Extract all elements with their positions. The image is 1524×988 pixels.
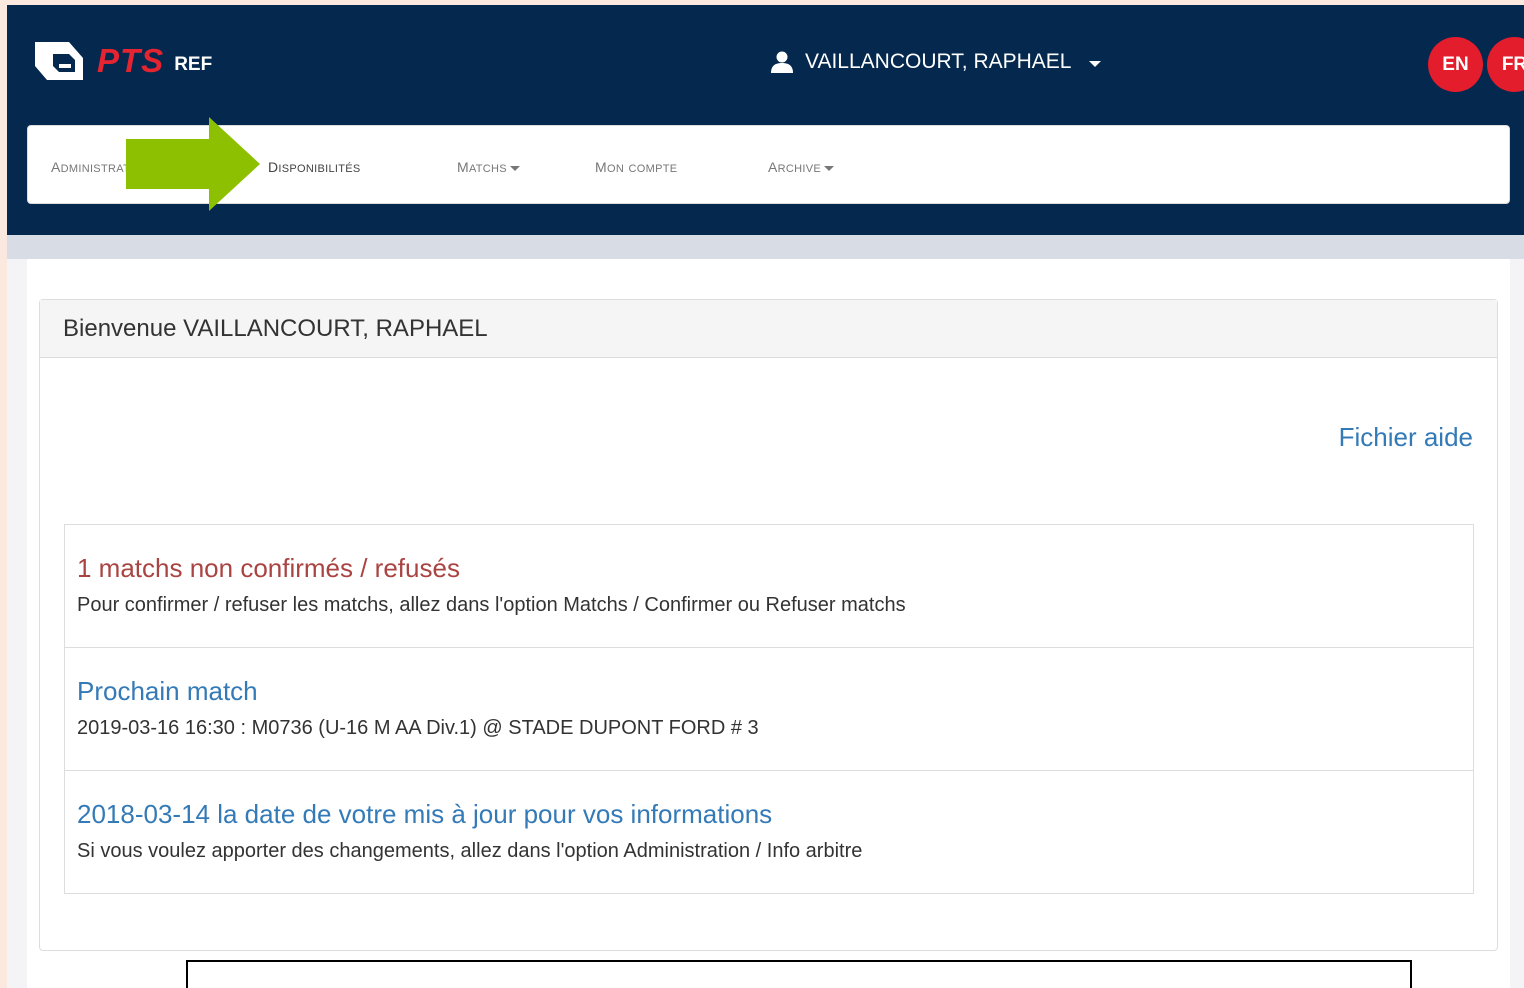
- user-menu[interactable]: VAILLANCOURT, RAPHAEL: [770, 47, 1102, 77]
- app-window: PTS REF VAILLANCOURT, RAPHAEL EN FR Admi…: [7, 5, 1524, 988]
- language-en-button[interactable]: EN: [1428, 37, 1483, 92]
- logo-ref-text: REF: [174, 54, 213, 75]
- list-item-info-update: 2018-03-14 la date de votre mis à jour p…: [64, 770, 1474, 894]
- help-file-link[interactable]: Fichier aide: [1339, 422, 1473, 453]
- chevron-down-icon: [509, 165, 520, 171]
- info-list: 1 matchs non confirmés / refusés Pour co…: [64, 524, 1474, 894]
- panel-heading: Bienvenue VAILLANCOURT, RAPHAEL: [40, 300, 1497, 358]
- unconfirmed-matches-text: Pour confirmer / refuser les matchs, all…: [77, 594, 906, 616]
- top-header: PTS REF VAILLANCOURT, RAPHAEL EN FR Admi…: [7, 5, 1524, 235]
- nav-disponibilites[interactable]: Disponibilités: [268, 155, 361, 178]
- bottom-outline-box: [186, 960, 1412, 988]
- user-name: VAILLANCOURT, RAPHAEL: [805, 50, 1072, 73]
- language-fr-button[interactable]: FR: [1487, 37, 1524, 92]
- nav-matchs[interactable]: Matchs: [457, 155, 520, 178]
- nav-administration-initial: A: [51, 155, 61, 177]
- chevron-down-icon: [824, 165, 835, 171]
- unconfirmed-matches-title: 1 matchs non confirmés / refusés: [77, 553, 460, 583]
- nav-matchs-label: atchs: [468, 159, 507, 176]
- right-gutter: [1510, 259, 1524, 988]
- pts-logo-icon: [35, 42, 83, 80]
- user-icon: [771, 51, 793, 73]
- nav-archive-initial: A: [768, 155, 778, 177]
- logo[interactable]: PTS REF: [29, 35, 212, 87]
- logo-pts-text: PTS: [97, 42, 165, 79]
- left-gutter: [7, 259, 27, 988]
- welcome-panel: Bienvenue VAILLANCOURT, RAPHAEL Fichier …: [39, 299, 1498, 951]
- list-item-unconfirmed-matches: 1 matchs non confirmés / refusés Pour co…: [64, 524, 1474, 648]
- nav-mon-compte-label: on compte: [606, 159, 678, 176]
- nav-disponibilites-initial: D: [268, 155, 279, 177]
- info-update-text: Si vous voulez apporter des changements,…: [77, 840, 863, 862]
- chevron-down-icon: [1089, 60, 1102, 67]
- nav-archive-label: rchive: [777, 159, 822, 176]
- arrow-right-icon: [126, 117, 260, 211]
- next-match-text: 2019-03-16 16:30 : M0736 (U-16 M AA Div.…: [77, 717, 759, 739]
- nav-archive[interactable]: Archive: [768, 155, 835, 178]
- next-match-title[interactable]: Prochain match: [77, 676, 1461, 707]
- list-item-next-match: Prochain match 2019-03-16 16:30 : M0736 …: [64, 647, 1474, 771]
- nav-matchs-initial: M: [457, 155, 469, 177]
- nav-disponibilites-label: isponibilités: [278, 159, 361, 176]
- nav-mon-compte-initial: M: [595, 155, 607, 177]
- sub-header-bar: [7, 235, 1524, 259]
- nav-mon-compte[interactable]: Mon compte: [595, 155, 677, 178]
- info-update-title[interactable]: 2018-03-14 la date de votre mis à jour p…: [77, 799, 1461, 830]
